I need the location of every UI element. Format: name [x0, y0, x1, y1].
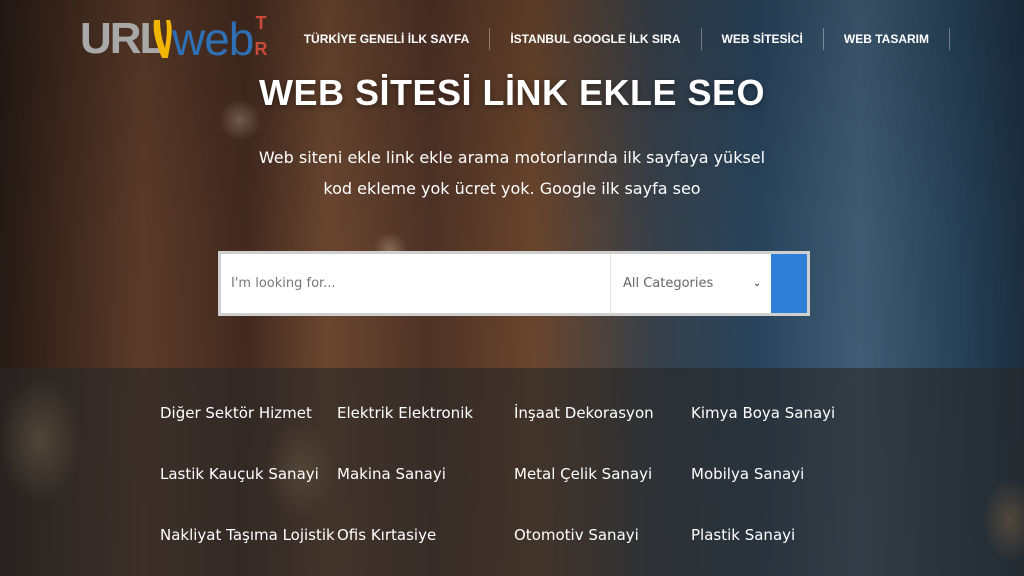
category-link[interactable]: Lastik Kauçuk Sanayi [160, 459, 337, 520]
category-link[interactable]: Elektrik Elektronik [337, 398, 514, 459]
nav-web-sitesici[interactable]: WEB SİTESİCİ [702, 28, 823, 50]
category-link[interactable]: Nakliyat Taşıma Lojistik [160, 520, 337, 576]
category-link[interactable]: Metal Çelik Sanayi [514, 459, 691, 520]
main-nav: TÜRKİYE GENELİ İLK SAYFA İSTANBUL GOOGLE… [284, 28, 950, 50]
category-link[interactable]: İnşaat Dekorasyon [514, 398, 691, 459]
category-link[interactable]: Otomotiv Sanayi [514, 520, 691, 576]
category-link[interactable]: Plastik Sanayi [691, 520, 868, 576]
category-link[interactable]: Diğer Sektör Hizmet [160, 398, 337, 459]
nav-divider [949, 28, 950, 50]
category-list: Diğer Sektör Hizmet Elektrik Elektronik … [160, 398, 868, 576]
category-select-value: All Categories [622, 276, 714, 291]
site-header: URL web T R TÜRKİYE GENELİ İLK SAYFA İST… [0, 0, 1024, 80]
nav-turkiye-ilk-sayfa[interactable]: TÜRKİYE GENELİ İLK SAYFA [284, 28, 490, 50]
nav-istanbul-google[interactable]: İSTANBUL GOOGLE İLK SIRA [490, 28, 700, 50]
page-title: WEB SİTESİ LİNK EKLE SEO [258, 72, 766, 113]
category-link[interactable]: Kimya Boya Sanayi [691, 398, 868, 459]
site-logo[interactable]: URL web T R [80, 8, 275, 70]
category-link[interactable]: Mobilya Sanayi [691, 459, 868, 520]
logo-web-text: web [172, 13, 254, 65]
logo-r: R [254, 39, 268, 59]
logo-tr-text: T R [254, 10, 268, 62]
hero-subtitle-line-1: Web siteni ekle link ekle arama motorlar… [258, 148, 766, 167]
search-button[interactable] [771, 254, 807, 313]
chevron-down-icon: ⌄ [752, 278, 762, 289]
nav-web-tasarim[interactable]: WEB TASARIM [824, 28, 949, 50]
logo-t: T [255, 13, 267, 33]
search-input[interactable] [221, 254, 610, 313]
hero-subtitle-line-2: kod ekleme yok ücret yok. Google ilk say… [323, 179, 701, 198]
category-link[interactable]: Ofis Kırtasiye [337, 520, 514, 576]
search-bar: All Categories ⌄ [218, 251, 810, 316]
category-select[interactable]: All Categories ⌄ [609, 254, 772, 313]
category-link[interactable]: Makina Sanayi [337, 459, 514, 520]
hero-subtitle: Web siteni ekle link ekle arama motorlar… [0, 142, 1024, 204]
